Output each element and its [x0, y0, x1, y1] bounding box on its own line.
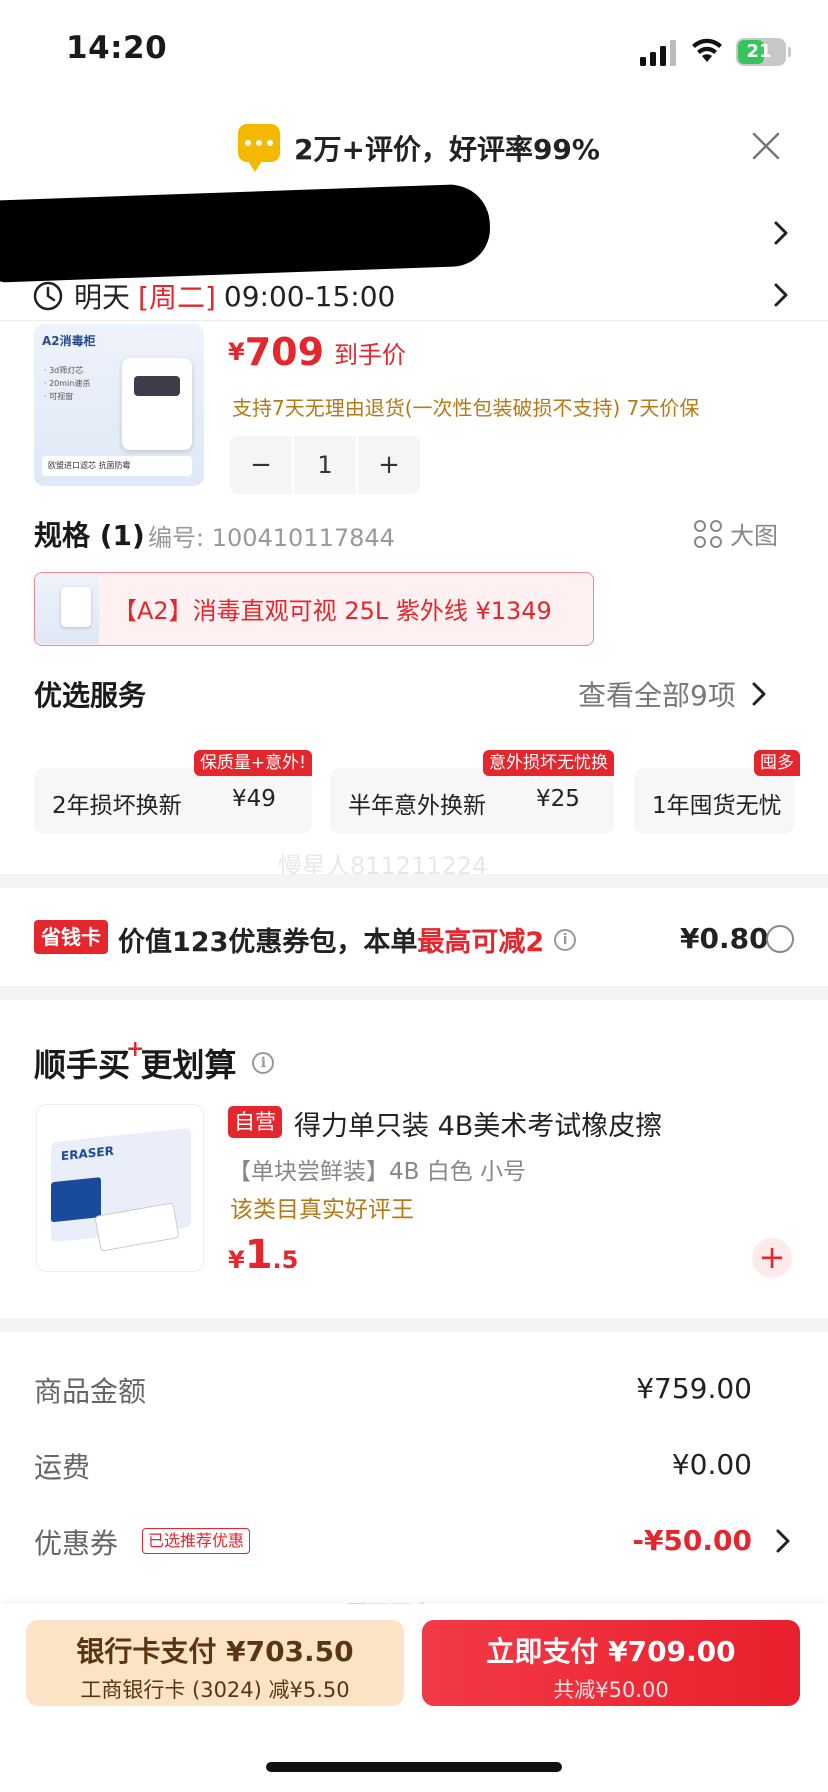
bundle-title-left: 顺手买 [34, 1046, 131, 1084]
return-policy: 支持7天无理由退货(一次性包装破损不支持) 7天价保 [232, 396, 700, 420]
service-card[interactable]: 囤多 1年囤货无忧 [634, 750, 800, 834]
review-summary: 2万+评价，好评率99% [294, 133, 600, 166]
bundle-product-name[interactable]: 得力单只装 4B美术考试橡皮擦 [294, 1104, 662, 1143]
service-label: 2年损坏换新 [52, 793, 182, 819]
service-price: ¥49 [232, 786, 276, 812]
coupon-pack-highlight: 最高可减2 [417, 927, 545, 958]
delivery-time[interactable]: 明天 [周二] 09:00-15:00 [74, 276, 395, 316]
pay-now-label: 立即支付 ¥709.00 [486, 1635, 736, 1668]
spec-title: 规格 (1) [34, 519, 145, 552]
product-image-bullet: · 20min速杀 [44, 379, 91, 388]
cellular-signal-icon [640, 40, 676, 66]
product-image[interactable]: A2消毒柜 · 3d筛灯芯 · 20min速杀 · 可视窗 欧盟进口滤芯 抗菌防… [34, 324, 204, 486]
bundle-price-symbol: ¥ [228, 1246, 245, 1274]
bundle-price-int: 1 [244, 1232, 273, 1278]
quantity-value[interactable]: 1 [292, 436, 358, 494]
coupon-pack-text[interactable]: 价值123优惠券包，本单 最高可减2 i [118, 920, 577, 959]
info-icon[interactable]: i [554, 928, 577, 951]
bank-pay-label: 银行卡支付 ¥703.50 [76, 1635, 354, 1668]
pay-now-button[interactable]: 立即支付 ¥709.00 共减¥50.00 [422, 1620, 800, 1706]
bundle-title: 顺手买 + 更划算 i [34, 1036, 275, 1086]
coupon-pack-radio[interactable] [766, 925, 794, 953]
bank-pay-detail: 工商银行卡 (3024) 减¥5.50 [80, 1678, 350, 1702]
coupon-label: 优惠券 [34, 1527, 119, 1560]
delivery-day: 明天 [74, 281, 131, 314]
coupon-value[interactable]: -¥50.00 [632, 1524, 752, 1557]
product-image-footer: 欧盟进口滤芯 抗菌防霉 [42, 456, 192, 476]
view-all-services[interactable]: 查看全部9项 [578, 674, 768, 714]
service-badge: 保质量+意外! [193, 750, 312, 776]
bundle-title-right: 更划算 [140, 1046, 237, 1084]
add-to-order-button[interactable]: + [752, 1238, 792, 1278]
spec-option-label: 【A2】消毒直观可视 25L 紫外线 ¥1349 [113, 597, 552, 625]
eraser-product-image[interactable] [36, 1104, 204, 1272]
product-image-bullet: · 3d筛灯芯 [44, 366, 84, 375]
chevron-right-icon[interactable] [772, 220, 790, 246]
service-label: 1年囤货无忧 [652, 793, 782, 819]
battery-icon: 21 [736, 38, 791, 66]
price-symbol: ¥ [228, 338, 245, 366]
self-operated-badge: 自营 [228, 1106, 282, 1138]
service-badge: 意外损坏无忧换 [483, 750, 614, 776]
chat-bubble-icon [238, 124, 280, 172]
big-image-label: 大图 [730, 522, 778, 550]
wifi-icon [692, 38, 722, 62]
delivery-weekday: [周二] [138, 281, 216, 314]
coupon-pack-amount: ¥0.80 [680, 922, 769, 955]
address-redaction[interactable] [0, 183, 492, 283]
price-value: 709 [244, 330, 325, 374]
view-all-label: 查看全部9项 [578, 679, 736, 712]
services-title: 优选服务 [34, 679, 147, 712]
big-image-toggle[interactable]: 大图 [694, 516, 778, 551]
goods-amount-value: ¥759.00 [636, 1372, 752, 1405]
increase-button[interactable]: + [358, 436, 420, 494]
decrease-button[interactable]: − [230, 436, 292, 494]
chevron-right-icon[interactable] [774, 1528, 792, 1554]
final-price: ¥ 709 到手价 [228, 330, 406, 374]
shipping-value: ¥0.00 [671, 1448, 752, 1481]
bundle-title-plus: + [126, 1036, 145, 1062]
save-card-badge: 省钱卡 [34, 920, 108, 954]
bundle-price-dec: .5 [272, 1246, 299, 1274]
service-price: ¥25 [536, 786, 580, 812]
info-icon[interactable]: i [252, 1052, 275, 1074]
grid-icon [694, 519, 722, 548]
spec-option-selected[interactable]: 【A2】消毒直观可视 25L 紫外线 ¥1349 [34, 572, 594, 646]
product-image-bullet: · 可视窗 [44, 392, 74, 401]
bundle-product-spec: 【单块尝鲜装】4B 白色 小号 [228, 1159, 527, 1185]
price-suffix: 到手价 [334, 340, 407, 369]
close-icon[interactable] [750, 130, 782, 162]
recommended-coupon-badge: 已选推荐优惠 [142, 1528, 251, 1554]
delivery-window: 09:00-15:00 [223, 279, 396, 313]
clock-icon [33, 281, 63, 311]
spec-thumbnail [35, 573, 99, 644]
bundle-product-rank: 该类目真实好评王 [230, 1197, 414, 1223]
shipping-label: 运费 [34, 1451, 91, 1484]
service-card[interactable]: 保质量+意外! 2年损坏换新 ¥49 [34, 750, 312, 834]
chevron-right-icon [752, 682, 766, 706]
service-label: 半年意外换新 [348, 793, 486, 819]
bundle-price: ¥ 1 .5 [228, 1232, 298, 1278]
service-card[interactable]: 意外损坏无忧换 半年意外换新 ¥25 [330, 750, 614, 834]
item-code: 编号: 100410117844 [148, 524, 395, 552]
sterilizer-graphic [122, 358, 192, 450]
coupon-pack-prefix: 价值123优惠券包，本单 [118, 927, 418, 958]
chevron-right-icon[interactable] [772, 282, 790, 308]
home-indicator[interactable] [266, 1762, 562, 1772]
product-image-tag: A2消毒柜 [42, 334, 96, 348]
service-badge: 囤多 [754, 750, 800, 776]
status-time: 14:20 [66, 30, 168, 66]
quantity-stepper: − 1 + [230, 436, 420, 494]
goods-amount-label: 商品金额 [34, 1375, 147, 1408]
pay-now-discount: 共减¥50.00 [553, 1678, 669, 1702]
battery-level: 21 [746, 41, 772, 62]
bank-card-pay-button[interactable]: 银行卡支付 ¥703.50 工商银行卡 (3024) 减¥5.50 [26, 1620, 404, 1706]
